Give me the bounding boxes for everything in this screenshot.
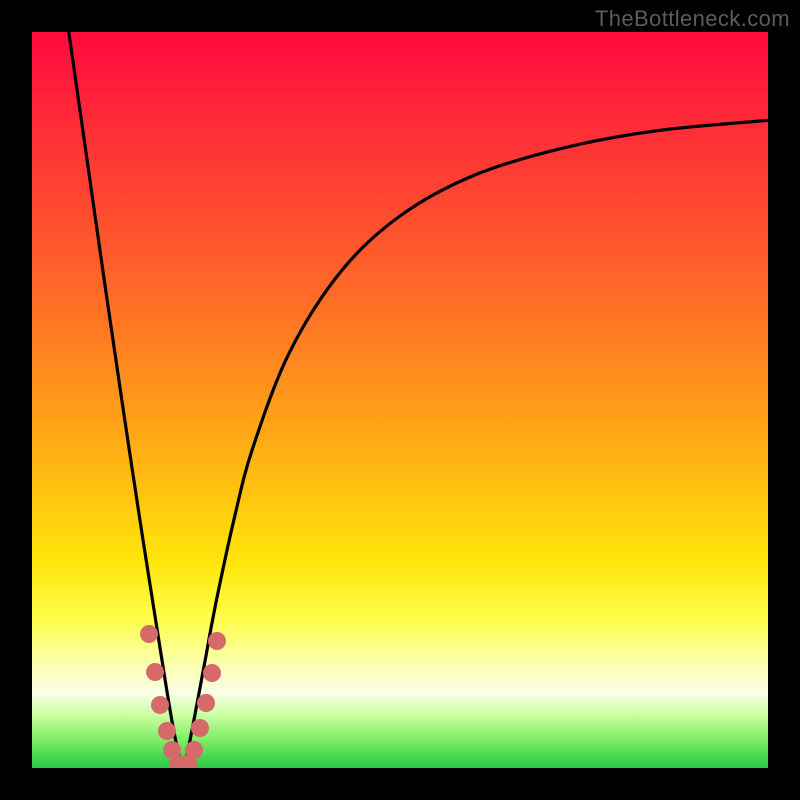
highlight-dot [140,625,158,643]
highlight-dot [197,694,215,712]
watermark-text: TheBottleneck.com [595,6,790,32]
plot-area [32,32,768,768]
highlight-dot [158,722,176,740]
chart-frame: TheBottleneck.com [0,0,800,800]
highlight-dot [203,664,221,682]
curve-layer [32,32,768,768]
highlight-dot [185,741,203,759]
highlight-dot [151,696,169,714]
bottleneck-curve [69,32,768,768]
highlight-dot [191,719,209,737]
